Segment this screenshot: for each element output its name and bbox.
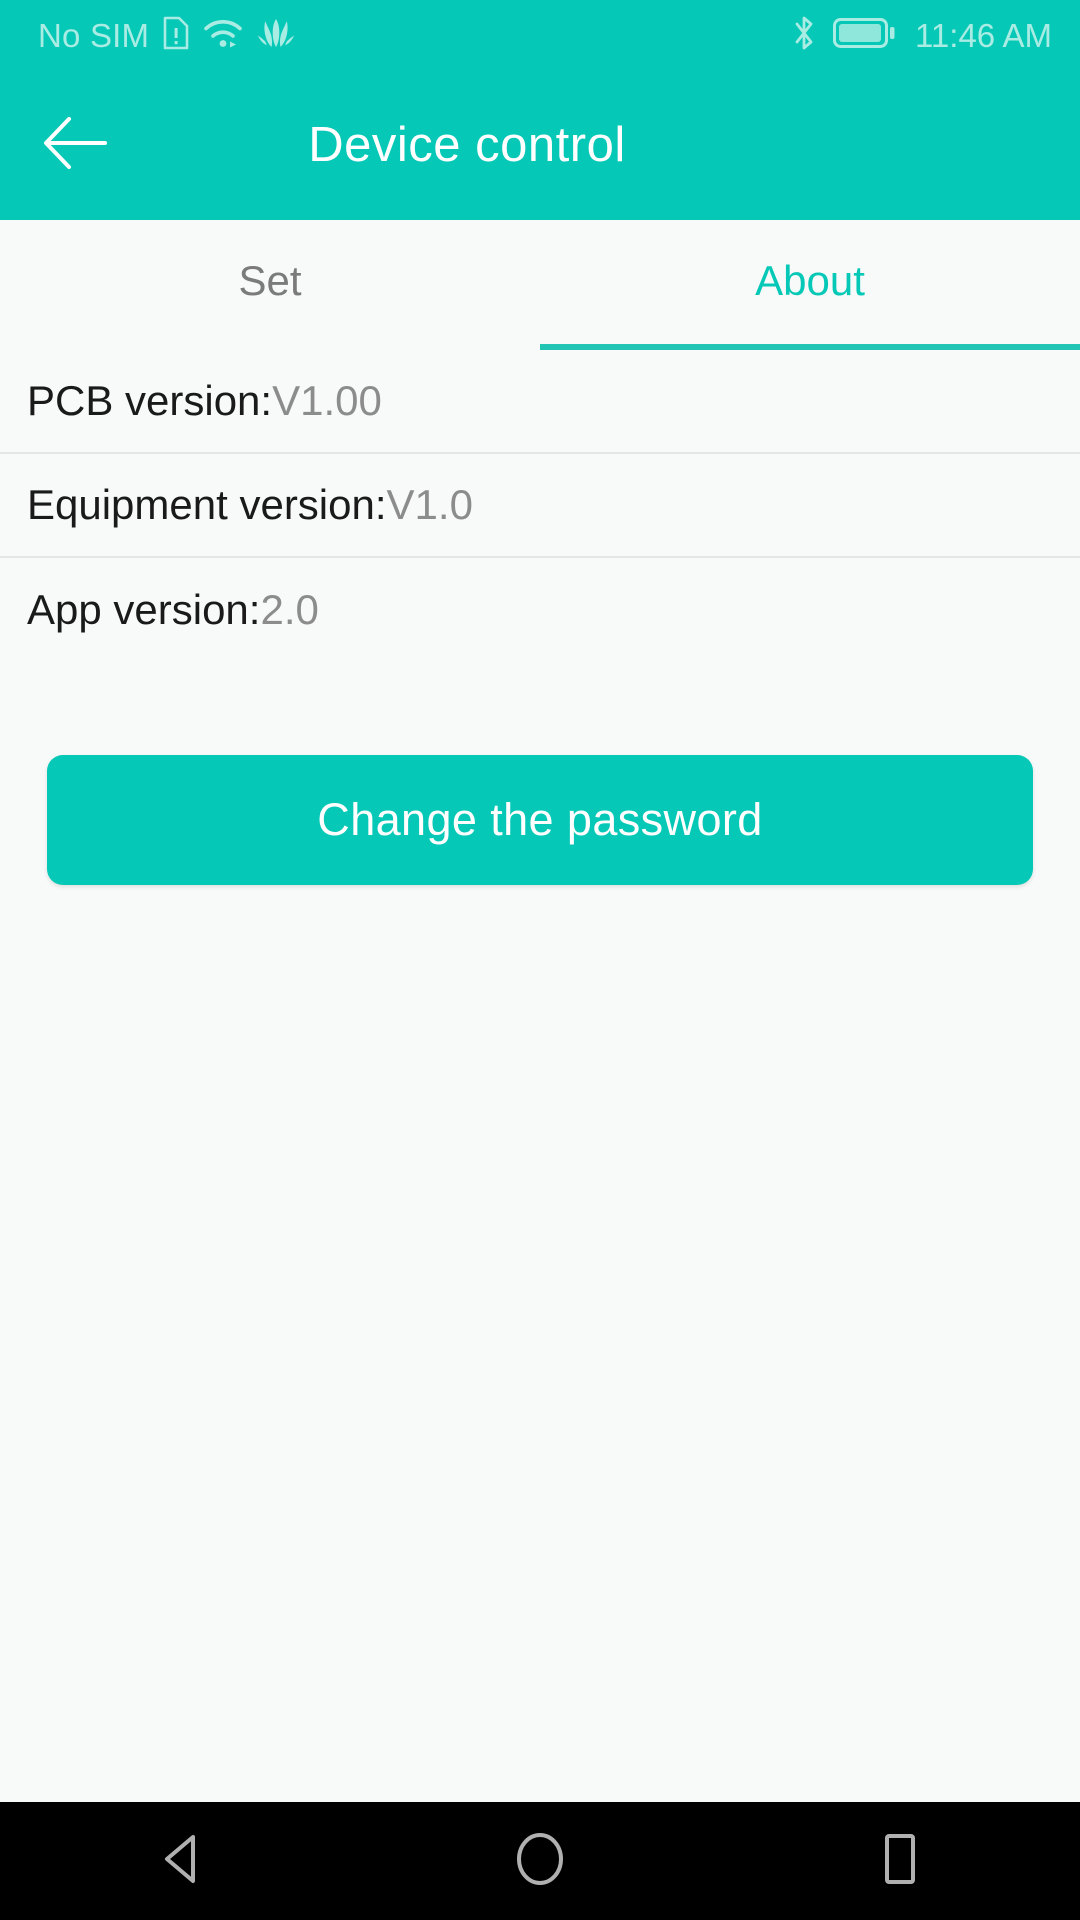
nav-recents-icon — [877, 1832, 923, 1891]
bluetooth-icon — [791, 14, 817, 57]
huawei-logo-icon — [257, 17, 295, 54]
about-info-list: PCB version: V1.00 Equipment version: V1… — [0, 350, 1080, 662]
tab-active-indicator — [540, 344, 1080, 350]
nav-home-icon — [514, 1831, 566, 1892]
page-title: Device control — [308, 118, 626, 172]
info-row-pcb-version: PCB version: V1.00 — [0, 350, 1080, 454]
equipment-version-label: Equipment version: — [27, 481, 387, 528]
nav-back-icon — [157, 1833, 203, 1890]
change-password-button[interactable]: Change the password — [47, 755, 1033, 885]
nav-recents-button[interactable] — [800, 1802, 1000, 1920]
tab-about[interactable]: About — [540, 220, 1080, 350]
status-bar: No SIM 11:46 AM — [0, 0, 1080, 70]
info-row-app-version: App version: 2.0 — [0, 558, 1080, 662]
wifi-icon — [203, 16, 243, 55]
sim-alert-icon — [163, 16, 189, 55]
app-version-label: App version: — [27, 586, 261, 633]
carrier-label: No SIM — [38, 16, 150, 54]
nav-home-button[interactable] — [440, 1802, 640, 1920]
pcb-version-value: V1.00 — [272, 377, 382, 424]
pcb-version-label: PCB version: — [27, 377, 273, 424]
tab-set[interactable]: Set — [0, 220, 540, 350]
status-bar-left: No SIM — [38, 16, 295, 55]
tab-bar: Set About — [0, 220, 1080, 350]
phone-screen: No SIM 11:46 AM Device control Set About… — [0, 0, 1080, 1920]
clock-label: 11:46 AM — [915, 16, 1052, 54]
button-area: Change the password — [0, 662, 1080, 1802]
battery-icon — [833, 17, 895, 54]
status-bar-right: 11:46 AM — [791, 14, 1052, 57]
app-bar: Device control — [0, 70, 1080, 220]
system-navigation-bar — [0, 1802, 1080, 1920]
equipment-version-value: V1.0 — [386, 481, 473, 528]
nav-back-button[interactable] — [80, 1802, 280, 1920]
app-version-value: 2.0 — [260, 586, 319, 633]
info-row-equipment-version: Equipment version: V1.0 — [0, 454, 1080, 558]
